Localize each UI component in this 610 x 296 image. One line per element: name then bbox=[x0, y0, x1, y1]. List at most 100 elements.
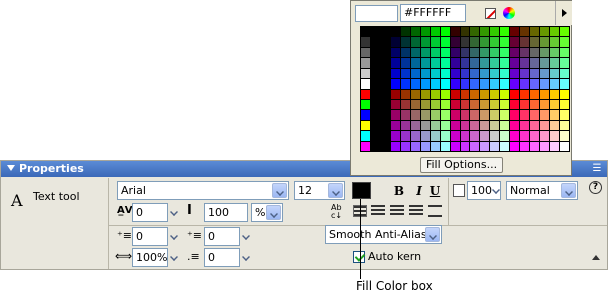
color-swatch[interactable] bbox=[440, 110, 450, 120]
color-swatch[interactable] bbox=[361, 141, 370, 151]
color-swatch[interactable] bbox=[361, 110, 370, 120]
color-swatch[interactable] bbox=[450, 131, 460, 141]
color-swatch[interactable] bbox=[510, 58, 520, 68]
color-swatch[interactable] bbox=[510, 68, 520, 79]
color-swatch[interactable] bbox=[500, 110, 510, 120]
color-swatch[interactable] bbox=[540, 141, 550, 151]
color-swatch[interactable] bbox=[520, 58, 530, 68]
color-swatch[interactable] bbox=[520, 120, 530, 131]
chevron-down-icon[interactable] bbox=[168, 203, 180, 222]
blend-mode-select[interactable]: Normal bbox=[506, 181, 578, 200]
color-swatch[interactable] bbox=[430, 79, 440, 89]
color-swatch[interactable] bbox=[530, 47, 540, 58]
color-swatch[interactable] bbox=[380, 79, 390, 89]
color-swatch[interactable] bbox=[420, 99, 430, 110]
color-swatch[interactable] bbox=[450, 68, 460, 79]
color-swatch[interactable] bbox=[440, 37, 450, 47]
color-swatch[interactable] bbox=[420, 120, 430, 131]
color-swatch[interactable] bbox=[480, 131, 490, 141]
collapse-arrow-icon[interactable] bbox=[7, 165, 15, 171]
color-swatch[interactable] bbox=[430, 110, 440, 120]
color-swatch[interactable] bbox=[470, 110, 480, 120]
color-swatch[interactable] bbox=[530, 99, 540, 110]
color-swatch[interactable] bbox=[490, 47, 500, 58]
color-swatch[interactable] bbox=[520, 89, 530, 99]
color-swatch[interactable] bbox=[530, 68, 540, 79]
color-swatch[interactable] bbox=[500, 58, 510, 68]
color-swatch[interactable] bbox=[520, 79, 530, 89]
color-swatch[interactable] bbox=[540, 120, 550, 131]
color-swatch[interactable] bbox=[440, 99, 450, 110]
color-swatch[interactable] bbox=[400, 58, 410, 68]
color-swatch[interactable] bbox=[430, 131, 440, 141]
color-swatch[interactable] bbox=[490, 79, 500, 89]
color-swatch[interactable] bbox=[490, 89, 500, 99]
color-swatch[interactable] bbox=[550, 141, 560, 151]
color-swatch[interactable] bbox=[380, 99, 390, 110]
color-swatch[interactable] bbox=[410, 58, 420, 68]
color-swatch[interactable] bbox=[560, 89, 569, 99]
color-swatch[interactable] bbox=[490, 141, 500, 151]
color-swatch[interactable] bbox=[500, 37, 510, 47]
color-swatch[interactable] bbox=[440, 27, 450, 37]
color-swatch[interactable] bbox=[540, 37, 550, 47]
color-swatch[interactable] bbox=[530, 120, 540, 131]
color-swatch[interactable] bbox=[440, 141, 450, 151]
color-swatch[interactable] bbox=[490, 27, 500, 37]
color-swatch[interactable] bbox=[390, 79, 400, 89]
color-swatch[interactable] bbox=[480, 99, 490, 110]
align-right-icon[interactable] bbox=[390, 205, 404, 217]
color-swatch[interactable] bbox=[361, 68, 370, 79]
color-swatch[interactable] bbox=[520, 141, 530, 151]
color-swatch[interactable] bbox=[540, 47, 550, 58]
color-swatch[interactable] bbox=[540, 89, 550, 99]
color-swatch[interactable] bbox=[420, 27, 430, 37]
width-field[interactable]: 100% bbox=[132, 248, 168, 267]
color-swatch[interactable] bbox=[400, 47, 410, 58]
color-swatch[interactable] bbox=[550, 99, 560, 110]
color-swatch[interactable] bbox=[490, 110, 500, 120]
color-swatch[interactable] bbox=[380, 131, 390, 141]
color-swatch[interactable] bbox=[370, 120, 380, 131]
color-swatch[interactable] bbox=[500, 131, 510, 141]
color-swatch[interactable] bbox=[480, 58, 490, 68]
color-swatch[interactable] bbox=[470, 47, 480, 58]
color-swatch[interactable] bbox=[400, 27, 410, 37]
color-swatch[interactable] bbox=[410, 120, 420, 131]
color-swatch[interactable] bbox=[540, 131, 550, 141]
color-swatch[interactable] bbox=[520, 47, 530, 58]
color-swatch[interactable] bbox=[510, 47, 520, 58]
color-swatch[interactable] bbox=[490, 37, 500, 47]
color-swatch[interactable] bbox=[480, 110, 490, 120]
chevron-down-icon[interactable] bbox=[425, 227, 440, 242]
color-swatch[interactable] bbox=[450, 141, 460, 151]
color-swatch[interactable] bbox=[510, 120, 520, 131]
color-swatch[interactable] bbox=[420, 47, 430, 58]
color-swatch[interactable] bbox=[470, 68, 480, 79]
no-color-icon[interactable] bbox=[485, 8, 496, 19]
color-swatch[interactable] bbox=[430, 89, 440, 99]
color-swatch[interactable] bbox=[480, 79, 490, 89]
color-swatch[interactable] bbox=[480, 89, 490, 99]
color-swatch[interactable] bbox=[390, 47, 400, 58]
color-swatch[interactable] bbox=[520, 110, 530, 120]
italic-button[interactable]: I bbox=[411, 183, 427, 199]
color-swatch[interactable] bbox=[520, 37, 530, 47]
color-swatch[interactable] bbox=[560, 58, 569, 68]
color-swatch[interactable] bbox=[460, 47, 470, 58]
color-swatch[interactable] bbox=[390, 58, 400, 68]
left-margin-field[interactable]: 0 bbox=[204, 248, 240, 267]
color-swatch[interactable] bbox=[480, 141, 490, 151]
color-swatch[interactable] bbox=[430, 68, 440, 79]
color-swatch[interactable] bbox=[370, 110, 380, 120]
color-swatch[interactable] bbox=[500, 89, 510, 99]
color-swatch[interactable] bbox=[490, 131, 500, 141]
color-swatch[interactable] bbox=[530, 79, 540, 89]
color-swatch[interactable] bbox=[370, 47, 380, 58]
color-swatch[interactable] bbox=[410, 47, 420, 58]
color-swatch[interactable] bbox=[510, 110, 520, 120]
color-swatch[interactable] bbox=[370, 27, 380, 37]
color-swatch[interactable] bbox=[530, 131, 540, 141]
chevron-down-icon[interactable] bbox=[490, 181, 502, 200]
color-swatch[interactable] bbox=[370, 89, 380, 99]
